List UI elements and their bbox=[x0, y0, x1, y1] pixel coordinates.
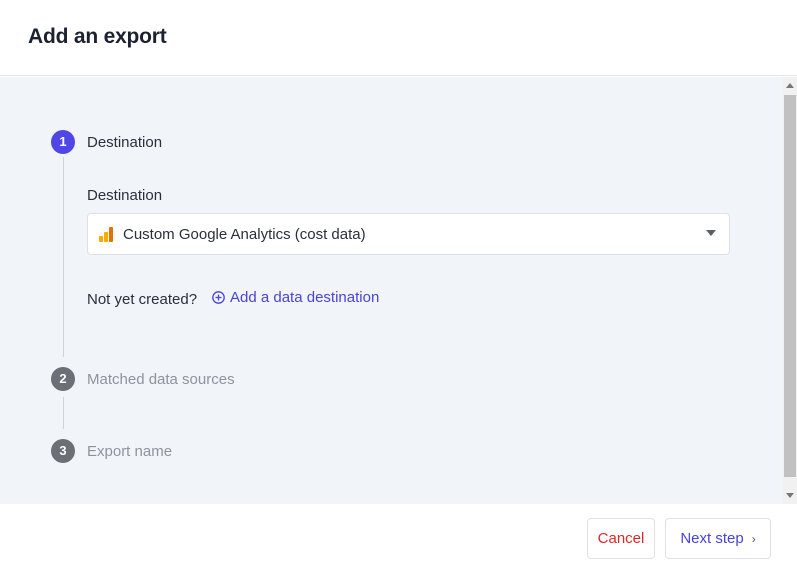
step-connector bbox=[63, 157, 64, 357]
next-step-button-label: Next step bbox=[680, 530, 744, 547]
step-3-number: 3 bbox=[51, 439, 75, 463]
destination-select[interactable]: Custom Google Analytics (cost data) bbox=[87, 213, 730, 255]
step-1-label: Destination bbox=[87, 134, 163, 151]
dialog-title: Add an export bbox=[28, 25, 167, 48]
step-1-number: 1 bbox=[51, 130, 75, 154]
step-connector bbox=[63, 397, 64, 429]
chevron-right-icon: › bbox=[751, 532, 756, 546]
google-analytics-icon bbox=[99, 227, 113, 242]
add-data-destination-link[interactable]: Add a data destination bbox=[212, 289, 379, 306]
scrollbar[interactable] bbox=[783, 77, 797, 504]
step-2-label: Matched data sources bbox=[87, 371, 235, 388]
plus-circle-icon bbox=[212, 291, 225, 304]
destination-field-label: Destination bbox=[87, 187, 163, 204]
step-2-number: 2 bbox=[51, 367, 75, 391]
dialog-header: Add an export bbox=[0, 0, 797, 76]
next-step-button[interactable]: Next step › bbox=[665, 518, 771, 559]
step-3-label: Export name bbox=[87, 443, 173, 460]
scroll-down-arrow-icon[interactable] bbox=[786, 493, 794, 498]
caret-down-icon bbox=[706, 230, 716, 236]
cancel-button[interactable]: Cancel bbox=[587, 518, 655, 559]
scroll-up-arrow-icon[interactable] bbox=[786, 83, 794, 88]
add-data-destination-label: Add a data destination bbox=[230, 289, 380, 306]
scroll-thumb[interactable] bbox=[784, 95, 796, 477]
destination-selected-value: Custom Google Analytics (cost data) bbox=[123, 226, 366, 243]
cancel-button-label: Cancel bbox=[597, 530, 645, 547]
not-created-hint: Not yet created? bbox=[87, 291, 198, 308]
